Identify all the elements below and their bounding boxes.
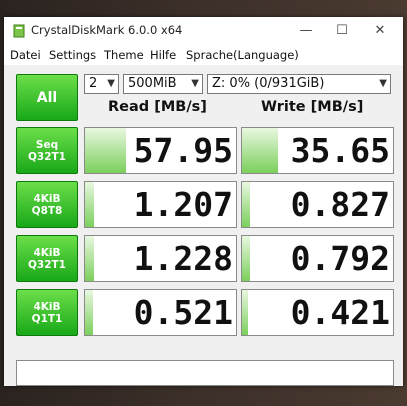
4kib-q32t1-button[interactable]: 4KiB Q32T1 [16,235,78,282]
write-value: 0.792 [290,239,390,278]
4kib-q8t8-button[interactable]: 4KiB Q8T8 [16,181,78,228]
all-button-label: All [36,89,58,106]
write-value: 35.65 [290,131,390,170]
drive-value: Z: 0% (0/931GiB) [212,76,325,91]
write-result: 0.421 [241,289,394,336]
comment-field[interactable] [16,360,394,386]
count-select[interactable]: 2 ▼ [84,74,119,94]
maximize-button[interactable]: ☐ [324,21,360,41]
menu-language[interactable]: Sprache(Language) [186,48,299,62]
window-title: CrystalDiskMark 6.0.0 x64 [31,23,183,37]
write-header: Write [MB/s] [261,99,364,115]
menu-settings[interactable]: Settings [49,48,96,62]
count-value: 2 [89,76,98,91]
app-icon [13,24,25,38]
test-label-line2: Q1T1 [31,312,63,325]
read-result: 1.228 [84,235,237,282]
crystaldiskmark-window: CrystalDiskMark 6.0.0 x64 — ☐ ✕ Datei Se… [4,17,403,386]
test-label-line2: Q8T8 [31,204,63,217]
chevron-down-icon: ▼ [107,78,115,89]
size-value: 500MiB [128,76,177,91]
read-value: 57.95 [133,131,233,170]
test-label-line2: Q32T1 [27,150,66,163]
4kib-q1t1-button[interactable]: 4KiB Q1T1 [16,289,78,336]
test-label-line1: 4KiB [33,192,61,205]
chevron-down-icon: ▼ [379,78,387,89]
write-value: 0.421 [290,293,390,332]
read-result: 0.521 [84,289,237,336]
read-value: 1.228 [133,239,233,278]
minimize-button[interactable]: — [288,21,324,41]
read-result: 1.207 [84,181,237,228]
read-result: 57.95 [84,127,237,174]
menu-theme[interactable]: Theme [104,48,144,62]
read-value: 1.207 [133,185,233,224]
read-value: 0.521 [133,293,233,332]
menu-hilfe[interactable]: Hilfe [150,48,176,62]
write-result: 35.65 [241,127,394,174]
test-label-line1: 4KiB [33,246,61,259]
seq-q32t1-button[interactable]: Seq Q32T1 [16,127,78,174]
write-result: 0.827 [241,181,394,228]
menu-datei[interactable]: Datei [10,48,41,62]
close-button[interactable]: ✕ [362,21,398,41]
menu-bar: Datei Settings Theme Hilfe Sprache(Langu… [4,45,403,65]
drive-select[interactable]: Z: 0% (0/931GiB) ▼ [207,74,391,94]
write-result: 0.792 [241,235,394,282]
test-label-line1: 4KiB [33,300,61,313]
write-value: 0.827 [290,185,390,224]
test-label-line2: Q32T1 [27,258,66,271]
title-bar: CrystalDiskMark 6.0.0 x64 — ☐ ✕ [4,17,403,45]
size-select[interactable]: 500MiB ▼ [123,74,203,94]
all-button[interactable]: All [16,74,78,121]
chevron-down-icon: ▼ [191,78,199,89]
read-header: Read [MB/s] [108,99,207,115]
test-label-line1: Seq [35,138,59,151]
